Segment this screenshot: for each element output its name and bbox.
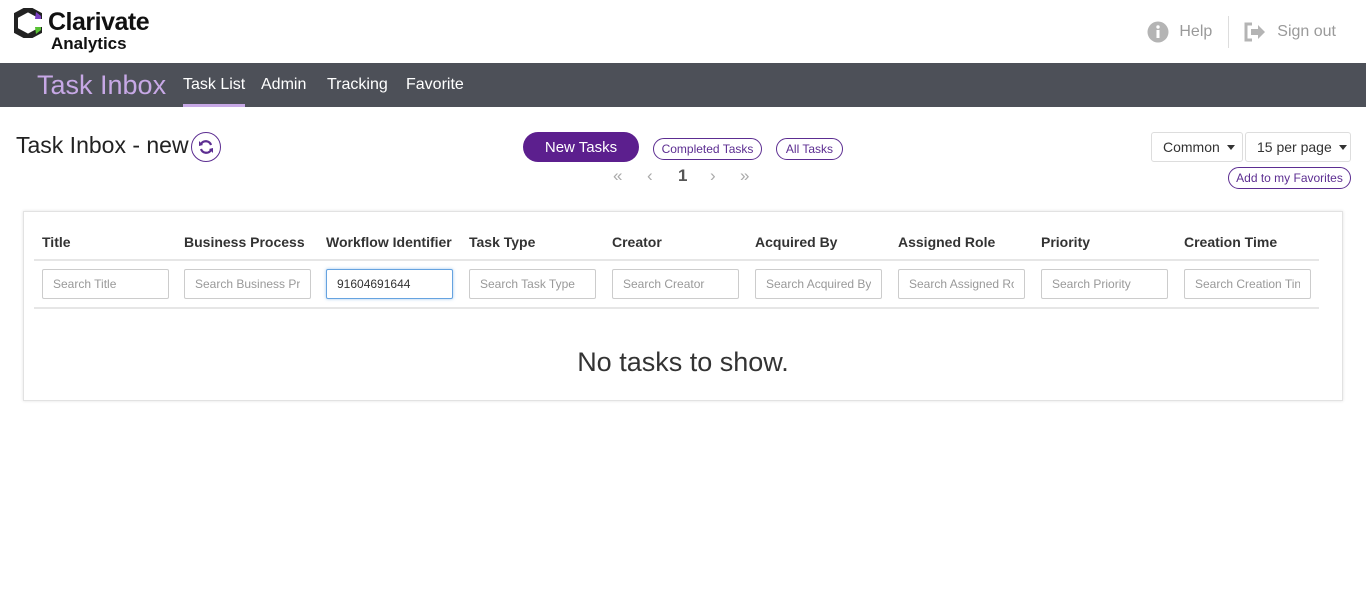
column-header-business-process[interactable]: Business Process (184, 234, 305, 250)
sign-out-label: Sign out (1277, 23, 1336, 40)
column-header-assigned-role[interactable]: Assigned Role (898, 234, 995, 250)
search-title-input[interactable] (42, 269, 169, 299)
search-acquired-by-input[interactable] (755, 269, 882, 299)
empty-state-message: No tasks to show. (577, 347, 789, 377)
column-header-title[interactable]: Title (42, 234, 71, 250)
per-page-select-value: 15 per page (1257, 139, 1332, 155)
completed-tasks-button[interactable]: Completed Tasks (653, 138, 762, 160)
help-link[interactable]: Help (1147, 21, 1212, 43)
help-label: Help (1179, 23, 1213, 40)
per-page-select[interactable]: 15 per page (1245, 132, 1351, 162)
column-header-acquired-by[interactable]: Acquired By (755, 234, 837, 250)
nav-tab-tracking[interactable]: Tracking (327, 63, 388, 107)
chevron-down-icon (1226, 144, 1235, 150)
main-navbar: Task Inbox Task List Admin Tracking Favo… (0, 63, 1366, 107)
brand-title[interactable]: Task Inbox (37, 69, 166, 101)
search-creator-input[interactable] (612, 269, 739, 299)
refresh-icon (199, 140, 213, 154)
top-right-links: Help Sign out (1147, 16, 1336, 48)
header-divider-line (34, 259, 1319, 261)
task-table-panel: Title Business Process Workflow Identifi… (23, 211, 1343, 401)
sign-out-link[interactable]: Sign out (1243, 22, 1336, 42)
prev-page-icon[interactable]: ‹ (647, 166, 653, 186)
logo-text-analytics: Analytics (51, 34, 127, 53)
nav-tab-admin[interactable]: Admin (261, 63, 306, 107)
nav-tab-task-list[interactable]: Task List (183, 63, 246, 107)
search-workflow-identifier-input[interactable] (326, 269, 453, 299)
header-divider (1228, 16, 1230, 48)
view-select[interactable]: Common (1151, 132, 1243, 162)
current-page-number[interactable]: 1 (678, 166, 687, 186)
search-task-type-input[interactable] (469, 269, 596, 299)
column-header-creation-time[interactable]: Creation Time (1184, 234, 1277, 250)
search-priority-input[interactable] (1041, 269, 1168, 299)
search-assigned-role-input[interactable] (898, 269, 1025, 299)
clarivate-logo[interactable]: Clarivate Analytics (14, 7, 164, 55)
page-title: Task Inbox - new (16, 132, 189, 158)
add-to-favorites-button[interactable]: Add to my Favorites (1228, 167, 1351, 189)
nav-tab-favorite[interactable]: Favorite (406, 63, 464, 107)
column-header-workflow-identifier[interactable]: Workflow Identifier (326, 234, 452, 250)
column-header-creator[interactable]: Creator (612, 234, 662, 250)
chevron-down-icon (1338, 144, 1347, 150)
view-select-value: Common (1163, 139, 1220, 155)
all-tasks-button[interactable]: All Tasks (776, 138, 843, 160)
last-page-icon[interactable]: » (740, 166, 749, 186)
sign-out-icon (1243, 22, 1267, 42)
info-circle-icon (1147, 21, 1169, 43)
search-business-process-input[interactable] (184, 269, 311, 299)
refresh-button[interactable] (191, 132, 221, 162)
next-page-icon[interactable]: › (710, 166, 716, 186)
top-header: Clarivate Analytics Help Sign out (0, 0, 1366, 63)
logo-text-clarivate: Clarivate (48, 8, 150, 36)
filter-divider-line (34, 307, 1319, 309)
clarivate-logo-mark-icon (14, 8, 42, 38)
column-header-task-type[interactable]: Task Type (469, 234, 535, 250)
column-header-priority[interactable]: Priority (1041, 234, 1090, 250)
new-tasks-button[interactable]: New Tasks (523, 132, 639, 162)
search-creation-time-input[interactable] (1184, 269, 1311, 299)
first-page-icon[interactable]: « (613, 166, 622, 186)
